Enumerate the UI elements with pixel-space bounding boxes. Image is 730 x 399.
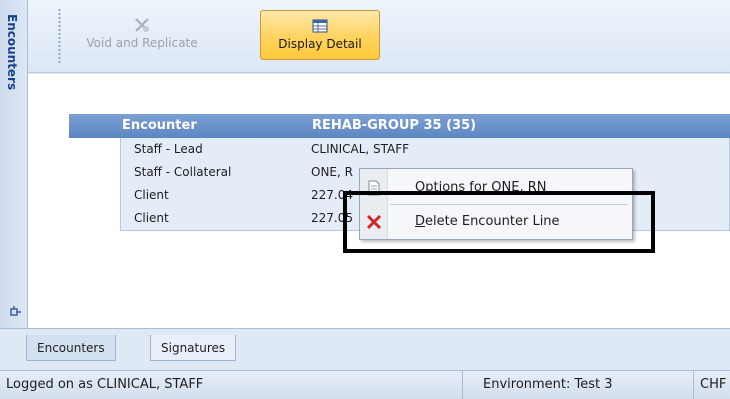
row-role: Client — [134, 188, 169, 202]
toolbar-grip[interactable] — [58, 8, 61, 64]
tab-signatures[interactable]: Signatures — [150, 335, 237, 361]
display-detail-button[interactable]: Display Detail — [260, 10, 380, 60]
toolbar: Void and Replicate Display Detail — [28, 0, 730, 73]
void-and-replicate-label: Void and Replicate — [86, 36, 198, 50]
grid-header-encounter-value: REHAB-GROUP 35 (35) — [312, 118, 477, 133]
display-detail-label: Display Detail — [278, 37, 362, 51]
row-value: CLINICAL, STAFF — [311, 142, 410, 156]
status-bar: Logged on as CLINICAL, STAFF Environment… — [0, 370, 730, 399]
row-role: Staff - Collateral — [134, 165, 232, 179]
table-row[interactable]: Staff - Lead CLINICAL, STAFF — [121, 138, 729, 161]
row-role: Client — [134, 211, 169, 225]
row-value: ONE, R — [311, 165, 353, 179]
pin-icon[interactable] — [9, 306, 21, 318]
table-detail-icon — [312, 19, 328, 33]
side-tab-label: Encounters — [5, 14, 19, 91]
bottom-tab-strip: Encounters Signatures — [0, 328, 730, 368]
status-logged-on: Logged on as CLINICAL, STAFF — [6, 377, 204, 392]
void-icon — [135, 18, 149, 32]
void-and-replicate-button[interactable]: Void and Replicate — [67, 10, 217, 60]
encounters-side-tab[interactable]: Encounters — [0, 0, 28, 328]
status-extra: CHF — [693, 371, 730, 399]
tab-encounters[interactable]: Encounters — [26, 335, 116, 361]
row-role: Staff - Lead — [134, 142, 203, 156]
grid-header-encounter-label: Encounter — [122, 118, 197, 133]
grid-header-row[interactable]: Encounter REHAB-GROUP 35 (35) — [69, 114, 730, 138]
status-environment: Environment: Test 3 — [462, 371, 692, 399]
highlight-annotation-box — [343, 191, 655, 253]
